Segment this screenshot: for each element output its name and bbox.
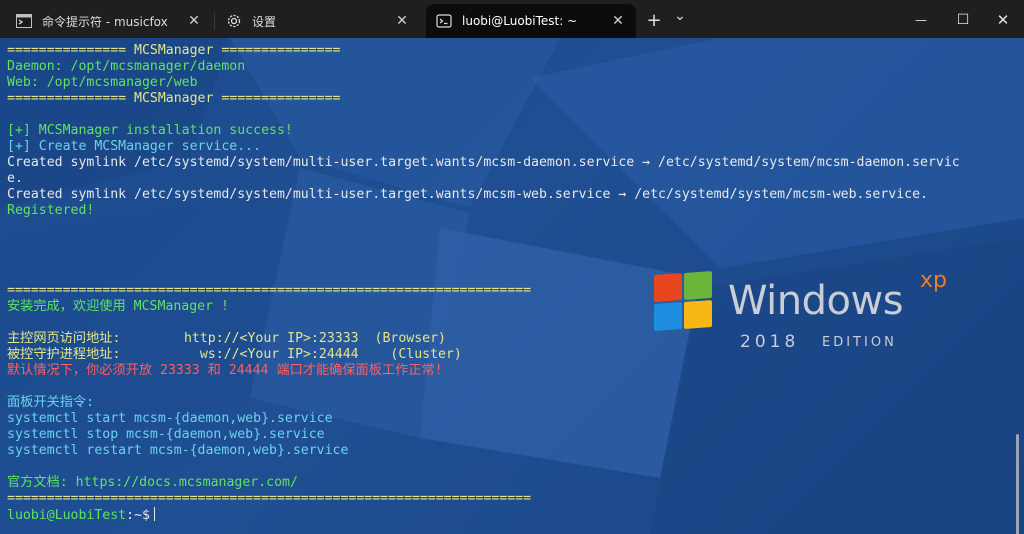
terminal-line: 官方文档: https://docs.mcsmanager.com/ — [7, 475, 298, 490]
terminal-line: Daemon: /opt/mcsmanager/daemon — [7, 59, 246, 74]
prompt-user-host: luobi@LuobiTest — [7, 508, 127, 523]
terminal-line: [+] Create MCSManager service... — [7, 139, 262, 154]
terminal-line: 被控守护进程地址: ws://<Your IP>:24444 (Cluster) — [7, 347, 462, 362]
tab-separator — [214, 12, 215, 30]
text-cursor — [153, 507, 155, 521]
tab-label: 命令提示符 - musicfox — [42, 14, 168, 29]
terminal-line: systemctl stop mcsm-{daemon,web}.service — [7, 427, 325, 442]
shell-prompt-line[interactable]: luobi@LuobiTest:~$ — [7, 507, 1010, 523]
terminal-line: 主控网页访问地址: http://<Your IP>:23333 (Browse… — [7, 331, 446, 346]
linux-terminal-icon — [436, 13, 452, 29]
tab-settings[interactable]: 设置 ✕ — [216, 4, 420, 38]
terminal-line: systemctl start mcsm-{daemon,web}.servic… — [7, 411, 333, 426]
maximize-button[interactable]: ☐ — [946, 6, 980, 34]
new-tab-button[interactable]: + — [642, 6, 666, 34]
close-window-button[interactable]: ✕ — [986, 6, 1020, 34]
terminal-line: 安装完成，欢迎使用 MCSManager ! — [7, 299, 229, 314]
scrollbar-thumb[interactable] — [1016, 434, 1019, 534]
tab-label: 设置 — [252, 14, 277, 29]
tab-close-icon[interactable]: ✕ — [610, 13, 626, 29]
terminal-line: Web: /opt/mcsmanager/web — [7, 75, 198, 90]
terminal-line: e. — [7, 171, 23, 186]
prompt-path: :~$ — [126, 508, 150, 523]
title-bar: 命令提示符 - musicfox ✕ 设置 ✕ luobi@LuobiTest:… — [0, 0, 1024, 38]
terminal-line: Registered! — [7, 203, 95, 218]
terminal-scrollbar[interactable] — [1013, 38, 1021, 534]
tab-close-icon[interactable]: ✕ — [186, 13, 202, 29]
terminal-line: ========================================… — [7, 491, 532, 506]
terminal-window: 命令提示符 - musicfox ✕ 设置 ✕ luobi@LuobiTest:… — [0, 0, 1024, 534]
tab-luobi-terminal[interactable]: luobi@LuobiTest: ~ ✕ — [426, 4, 636, 38]
terminal-line: =============== MCSManager =============… — [7, 43, 341, 58]
tab-dropdown-button[interactable]: ⌄ — [670, 2, 690, 30]
gear-icon — [226, 13, 242, 29]
terminal-line: [+] MCSManager installation success! — [7, 123, 293, 138]
cmd-icon — [16, 13, 32, 29]
tab-close-icon[interactable]: ✕ — [394, 13, 410, 29]
minimize-button[interactable]: — — [904, 6, 938, 34]
terminal-line: 默认情况下，你必须开放 23333 和 24444 端口才能确保面板工作正常! — [7, 363, 443, 378]
terminal-line: Created symlink /etc/systemd/system/mult… — [7, 187, 928, 202]
terminal-line: ========================================… — [7, 283, 532, 298]
tab-label: luobi@LuobiTest: ~ — [462, 14, 578, 28]
tab-cmd-musicfox[interactable]: 命令提示符 - musicfox ✕ — [6, 4, 212, 38]
terminal-line: Created symlink /etc/systemd/system/mult… — [7, 155, 960, 170]
terminal-output-area[interactable]: Windows xp 2018 EDITION =============== … — [0, 38, 1024, 534]
terminal-lines: =============== MCSManager =============… — [7, 43, 1010, 523]
terminal-line: 面板开关指令: — [7, 395, 95, 410]
terminal-line: =============== MCSManager =============… — [7, 91, 341, 106]
terminal-line: systemctl restart mcsm-{daemon,web}.serv… — [7, 443, 349, 458]
